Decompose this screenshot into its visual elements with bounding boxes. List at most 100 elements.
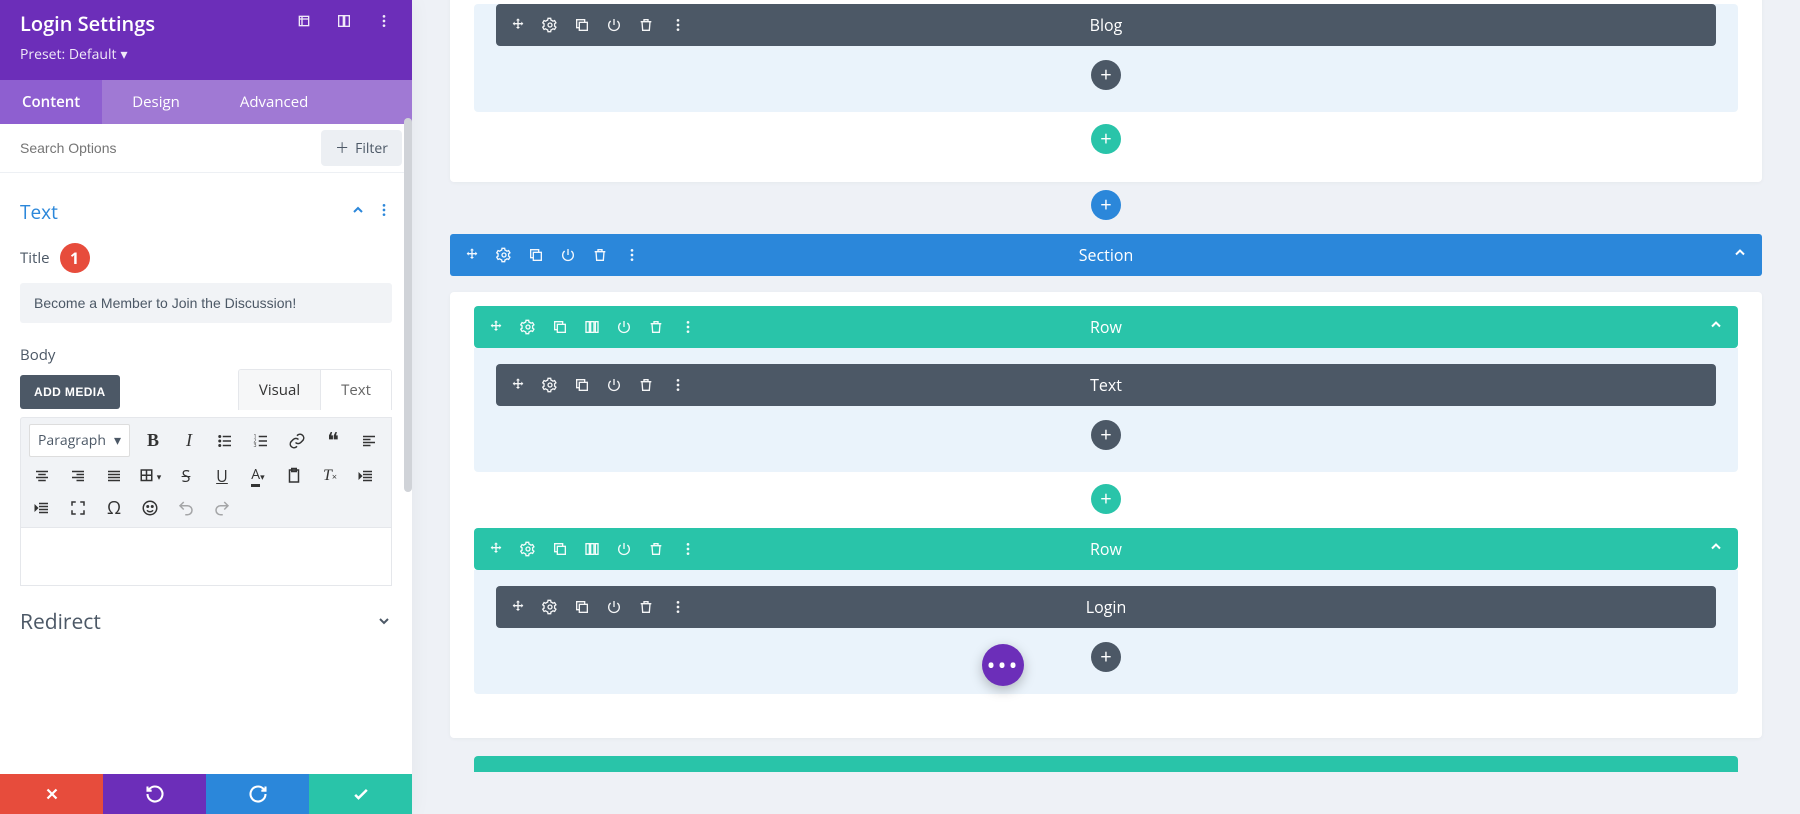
drag-icon[interactable] [336,13,352,34]
save-button[interactable] [309,774,412,814]
columns-icon[interactable] [584,319,600,335]
bold-icon[interactable]: B [140,428,166,454]
align-right-icon[interactable] [65,463,91,489]
chevron-up-icon[interactable] [1708,317,1724,338]
move-icon[interactable] [488,319,504,335]
align-left-icon[interactable] [356,428,382,454]
trash-icon[interactable] [638,377,654,393]
text-section-header[interactable]: Text [20,187,392,237]
undo-button[interactable] [103,774,206,814]
redo-icon[interactable] [209,495,235,521]
body-editor[interactable] [20,528,392,586]
move-icon[interactable] [510,17,526,33]
link-icon[interactable] [284,428,310,454]
gear-icon[interactable] [520,319,536,335]
gear-icon[interactable] [520,541,536,557]
filter-button[interactable]: ＋ Filter [321,130,402,166]
kebab-icon[interactable] [624,247,640,263]
expand-icon[interactable] [296,13,312,34]
add-module-button[interactable]: + [1091,642,1121,672]
outdent-icon[interactable] [353,463,379,489]
strikethrough-icon[interactable]: S [173,463,199,489]
power-icon[interactable] [616,541,632,557]
power-icon[interactable] [606,17,622,33]
special-char-icon[interactable]: Ω [101,495,127,521]
gear-icon[interactable] [542,17,558,33]
editor-tab-text[interactable]: Text [320,370,391,410]
kebab-icon[interactable] [376,13,392,34]
power-icon[interactable] [606,377,622,393]
trash-icon[interactable] [638,17,654,33]
text-color-icon[interactable]: A▾ [245,463,271,489]
module-bar[interactable]: Login [496,586,1716,628]
paragraph-select[interactable]: Paragraph ▾ [29,424,130,457]
chevron-up-icon[interactable] [1708,539,1724,560]
move-icon[interactable] [510,377,526,393]
module-bar[interactable]: Text [496,364,1716,406]
search-input[interactable] [0,126,321,170]
module-bar[interactable]: Blog [496,4,1716,46]
add-section-button[interactable]: + [1091,190,1121,220]
align-justify-icon[interactable] [101,463,127,489]
power-icon[interactable] [616,319,632,335]
row-bar[interactable] [474,756,1738,772]
table-icon[interactable]: ▾ [137,463,163,489]
kebab-icon[interactable] [670,599,686,615]
duplicate-icon[interactable] [574,599,590,615]
add-row-button[interactable]: + [1091,124,1121,154]
duplicate-icon[interactable] [552,319,568,335]
fullscreen-icon[interactable] [65,495,91,521]
power-icon[interactable] [606,599,622,615]
add-row-button[interactable]: + [1091,484,1121,514]
align-center-icon[interactable] [29,463,55,489]
kebab-icon[interactable] [670,17,686,33]
clear-format-icon[interactable]: T× [317,463,343,489]
gear-icon[interactable] [542,377,558,393]
cancel-button[interactable] [0,774,103,814]
row-bar[interactable]: Row [474,306,1738,348]
duplicate-icon[interactable] [574,377,590,393]
undo-icon[interactable] [173,495,199,521]
kebab-icon[interactable] [680,541,696,557]
title-input[interactable] [20,283,392,323]
underline-icon[interactable]: U [209,463,235,489]
paste-icon[interactable] [281,463,307,489]
tab-design[interactable]: Design [102,80,210,124]
move-icon[interactable] [464,247,480,263]
trash-icon[interactable] [648,319,664,335]
kebab-icon[interactable] [376,202,392,223]
add-module-button[interactable]: + [1091,60,1121,90]
number-list-icon[interactable]: 123 [248,428,274,454]
columns-icon[interactable] [584,541,600,557]
italic-icon[interactable]: I [176,428,202,454]
redo-button[interactable] [206,774,309,814]
kebab-icon[interactable] [670,377,686,393]
duplicate-icon[interactable] [574,17,590,33]
trash-icon[interactable] [592,247,608,263]
chevron-up-icon[interactable] [350,202,366,223]
tab-content[interactable]: Content [0,80,102,124]
indent-icon[interactable] [29,495,55,521]
add-module-button[interactable]: + [1091,420,1121,450]
duplicate-icon[interactable] [552,541,568,557]
emoji-icon[interactable] [137,495,163,521]
trash-icon[interactable] [648,541,664,557]
gear-icon[interactable] [496,247,512,263]
move-icon[interactable] [488,541,504,557]
quote-icon[interactable]: ❝ [320,428,346,454]
tab-advanced[interactable]: Advanced [210,80,338,124]
duplicate-icon[interactable] [528,247,544,263]
editor-tab-visual[interactable]: Visual [239,370,320,410]
section-bar[interactable]: Section [450,234,1762,276]
kebab-icon[interactable] [680,319,696,335]
bullet-list-icon[interactable] [212,428,238,454]
add-media-button[interactable]: ADD MEDIA [20,375,120,409]
trash-icon[interactable] [638,599,654,615]
row-bar[interactable]: Row [474,528,1738,570]
power-icon[interactable] [560,247,576,263]
sidebar-scrollbar[interactable] [404,118,412,492]
more-actions-fab[interactable]: ••• [982,644,1024,686]
redirect-section-header[interactable]: Redirect [20,586,392,658]
chevron-up-icon[interactable] [1732,245,1748,266]
gear-icon[interactable] [542,599,558,615]
